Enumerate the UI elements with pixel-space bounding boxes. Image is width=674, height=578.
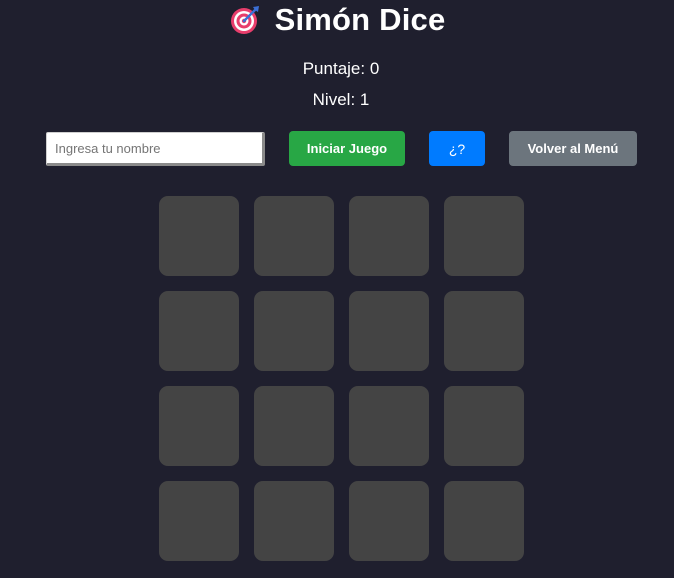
player-name-input[interactable] xyxy=(46,132,265,166)
board-cell[interactable] xyxy=(159,291,239,371)
board-cell[interactable] xyxy=(349,386,429,466)
board-cell[interactable] xyxy=(349,196,429,276)
dart-target-icon xyxy=(230,6,259,34)
page-title: Simón Dice xyxy=(274,2,446,37)
board-cell[interactable] xyxy=(159,481,239,561)
board-cell[interactable] xyxy=(349,291,429,371)
back-to-menu-button[interactable]: Volver al Menú xyxy=(509,131,637,166)
board-cell[interactable] xyxy=(444,481,524,561)
board-cell[interactable] xyxy=(159,386,239,466)
help-button[interactable]: ¿? xyxy=(429,131,485,166)
score-display: Puntaje: 0 xyxy=(302,59,380,78)
board-cell[interactable] xyxy=(444,196,524,276)
board-cell[interactable] xyxy=(159,196,239,276)
start-game-button[interactable]: Iniciar Juego xyxy=(289,131,405,166)
level-display: Nivel: 1 xyxy=(312,90,370,109)
board-cell[interactable] xyxy=(254,481,334,561)
board-cell[interactable] xyxy=(254,291,334,371)
board-cell[interactable] xyxy=(254,196,334,276)
game-board xyxy=(159,196,524,561)
board-cell[interactable] xyxy=(349,481,429,561)
page-header: Simón Dice xyxy=(0,0,674,40)
board-cell[interactable] xyxy=(444,291,524,371)
board-cell[interactable] xyxy=(444,386,524,466)
board-cell[interactable] xyxy=(254,386,334,466)
